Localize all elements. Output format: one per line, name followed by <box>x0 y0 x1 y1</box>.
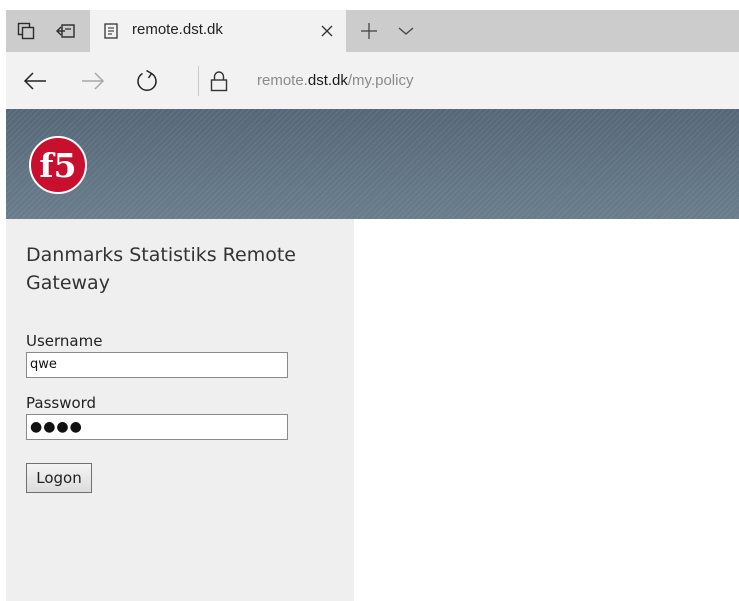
f5-logo: f5 <box>28 135 88 195</box>
address-toolbar: remote.dst.dk/my.policy <box>6 52 739 109</box>
tab-title: remote.dst.dk <box>132 21 223 38</box>
forward-arrow-icon[interactable] <box>78 66 108 96</box>
url-path: /my.policy <box>347 72 414 89</box>
username-value: qwe <box>30 357 57 372</box>
refresh-icon[interactable] <box>132 66 162 96</box>
username-label: Username <box>26 332 103 350</box>
toolbar-divider <box>198 66 199 96</box>
browser-window: remote.dst.dk remote.dst.dk/my.policy f5… <box>6 10 739 601</box>
close-icon[interactable] <box>316 20 338 42</box>
logo-text: f5 <box>39 146 76 185</box>
tab-preview-icon[interactable] <box>14 19 38 43</box>
header-banner: f5 <box>6 109 739 219</box>
chevron-down-icon[interactable] <box>394 19 418 43</box>
page-title: Danmarks Statistiks Remote Gateway <box>26 244 296 294</box>
url-domain: dst.dk <box>307 72 348 89</box>
url-subdomain: remote. <box>257 72 308 89</box>
login-panel: Danmarks Statistiks Remote Gateway Usern… <box>6 219 354 601</box>
tab-bar: remote.dst.dk <box>6 10 739 52</box>
back-arrow-icon[interactable] <box>20 66 50 96</box>
logon-button[interactable]: Logon <box>26 463 92 493</box>
lock-icon[interactable] <box>206 66 232 96</box>
password-input[interactable]: ●●●● <box>26 414 288 440</box>
plus-icon[interactable] <box>356 18 382 44</box>
username-input[interactable]: qwe <box>26 352 288 378</box>
password-label: Password <box>26 394 97 412</box>
password-value: ●●●● <box>30 419 83 435</box>
page-icon <box>102 22 120 40</box>
active-tab[interactable]: remote.dst.dk <box>90 10 346 52</box>
address-bar[interactable]: remote.dst.dk/my.policy <box>257 72 413 89</box>
set-aside-tabs-icon[interactable] <box>54 19 78 43</box>
